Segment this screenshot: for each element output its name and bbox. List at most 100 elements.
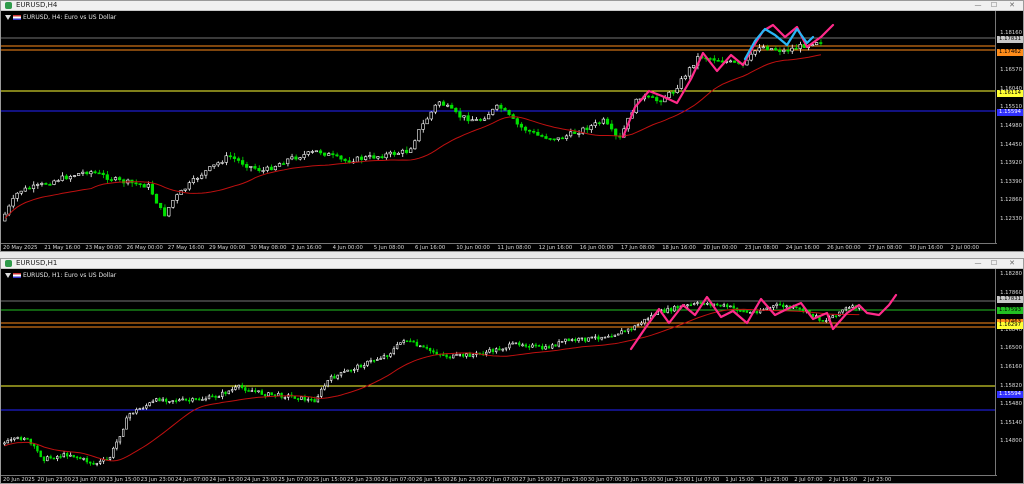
candle-body bbox=[462, 115, 466, 118]
candle-body bbox=[521, 344, 524, 347]
candle-body bbox=[564, 338, 567, 342]
time-tick-label: 25 Jun 15:00 bbox=[312, 477, 347, 483]
price-level-tag: 1.15594 bbox=[997, 108, 1023, 116]
price-tick-label: 1.13390 bbox=[1000, 178, 1022, 185]
candle-body bbox=[115, 441, 118, 449]
candle-body bbox=[765, 46, 769, 51]
candle-body bbox=[204, 398, 207, 401]
price-plot-area[interactable]: EURUSD, H1: Euro vs US Dollar bbox=[1, 269, 997, 475]
candle-body bbox=[454, 107, 458, 113]
candle-body bbox=[753, 50, 757, 55]
candle-body bbox=[728, 60, 733, 63]
candle-body bbox=[98, 460, 102, 464]
candle-body bbox=[441, 101, 446, 106]
candle-body bbox=[465, 353, 468, 357]
candle-body bbox=[64, 175, 68, 180]
candle-body bbox=[515, 118, 519, 125]
candle-body bbox=[194, 398, 197, 400]
time-tick-label: 12 Jun 16:00 bbox=[538, 245, 573, 251]
candle-body bbox=[798, 307, 801, 310]
candle-body bbox=[376, 156, 380, 159]
candle-body bbox=[339, 371, 343, 376]
candle-body bbox=[134, 182, 138, 185]
candle-body bbox=[484, 351, 488, 355]
candle-body bbox=[310, 151, 314, 153]
candle-body bbox=[422, 345, 425, 348]
candle-body bbox=[564, 135, 569, 139]
candle-body bbox=[614, 128, 618, 137]
candle-body bbox=[745, 310, 749, 313]
symbol-label-text: EURUSD, H4: Euro vs US Dollar bbox=[23, 14, 117, 21]
candle-body bbox=[163, 207, 167, 217]
candle-body bbox=[583, 337, 587, 342]
candle-body bbox=[782, 49, 786, 52]
candle-body bbox=[772, 305, 775, 308]
candle-body bbox=[600, 336, 603, 340]
candle-body bbox=[468, 353, 471, 357]
candle-body bbox=[696, 302, 699, 304]
maximize-icon[interactable]: ☐ bbox=[987, 259, 1001, 268]
minimize-icon[interactable]: — bbox=[971, 259, 985, 268]
candle-body bbox=[478, 119, 483, 121]
candle-body bbox=[523, 126, 528, 131]
candle-body bbox=[277, 163, 282, 167]
time-tick-label: 30 Jun 16:00 bbox=[909, 245, 944, 251]
candle-body bbox=[296, 398, 300, 400]
time-tick-label: 26 Jun 15:00 bbox=[415, 477, 450, 483]
candle-body bbox=[323, 385, 326, 390]
candle-body bbox=[232, 156, 237, 159]
price-tick-label: 1.12860 bbox=[1000, 197, 1022, 204]
candle-body bbox=[187, 182, 191, 190]
candle-body bbox=[504, 347, 508, 350]
price-axis[interactable]: 1.182801.178601.171801.168401.165001.161… bbox=[995, 269, 1023, 475]
maximize-icon[interactable]: ☐ bbox=[987, 1, 1001, 10]
time-tick-label: 2 Jul 15:00 bbox=[828, 477, 857, 483]
close-icon[interactable]: ✕ bbox=[1005, 259, 1019, 268]
candle-body bbox=[415, 341, 419, 347]
candle-body bbox=[347, 160, 351, 163]
candle-body bbox=[646, 318, 650, 321]
candle-body bbox=[847, 307, 851, 309]
candle-body bbox=[471, 354, 475, 357]
candle-body bbox=[359, 156, 364, 160]
candle-body bbox=[138, 408, 141, 410]
candle-body bbox=[260, 390, 263, 395]
candle-body bbox=[748, 311, 752, 314]
candle-body bbox=[824, 320, 828, 322]
candle-body bbox=[39, 450, 42, 458]
candle-body bbox=[89, 171, 93, 175]
candle-body bbox=[221, 391, 224, 397]
candle-body bbox=[362, 365, 366, 368]
candle-body bbox=[616, 333, 620, 336]
time-axis[interactable]: 20 Jun 2025 20 Jun 23:00 23 Jun 07:00 23 Ju… bbox=[1, 475, 997, 483]
price-tick-label: 1.18280 bbox=[1000, 271, 1022, 277]
candle-body bbox=[363, 156, 368, 160]
candle-body bbox=[59, 456, 62, 458]
candle-body bbox=[280, 393, 283, 398]
time-axis[interactable]: 20 May 2025 21 May 16:00 23 May 00:00 26 Ma… bbox=[1, 243, 997, 251]
candle-body bbox=[577, 132, 581, 135]
candle-body bbox=[11, 198, 15, 207]
candle-body bbox=[499, 104, 503, 109]
candle-body bbox=[306, 151, 310, 155]
candle-body bbox=[290, 156, 294, 160]
candle-body bbox=[814, 42, 819, 45]
close-icon[interactable]: ✕ bbox=[1005, 1, 1019, 10]
candle-body bbox=[336, 374, 339, 379]
candle-body bbox=[729, 305, 732, 308]
minimize-icon[interactable]: — bbox=[971, 1, 985, 10]
candle-body bbox=[554, 344, 557, 347]
price-plot-area[interactable]: EURUSD, H4: Euro vs US Dollar bbox=[1, 11, 997, 243]
candle-body bbox=[154, 193, 159, 204]
dropdown-triangle-icon bbox=[5, 15, 11, 20]
candle-body bbox=[331, 153, 335, 156]
candle-body bbox=[692, 303, 696, 306]
candle-body bbox=[113, 177, 118, 181]
price-axis[interactable]: 1.181601.171801.165701.160401.155101.149… bbox=[995, 11, 1023, 243]
candle-body bbox=[725, 304, 729, 308]
candle-body bbox=[313, 399, 316, 403]
candle-body bbox=[395, 344, 399, 350]
candle-body bbox=[412, 340, 415, 343]
candle-body bbox=[396, 152, 401, 155]
candle-body bbox=[16, 437, 19, 439]
